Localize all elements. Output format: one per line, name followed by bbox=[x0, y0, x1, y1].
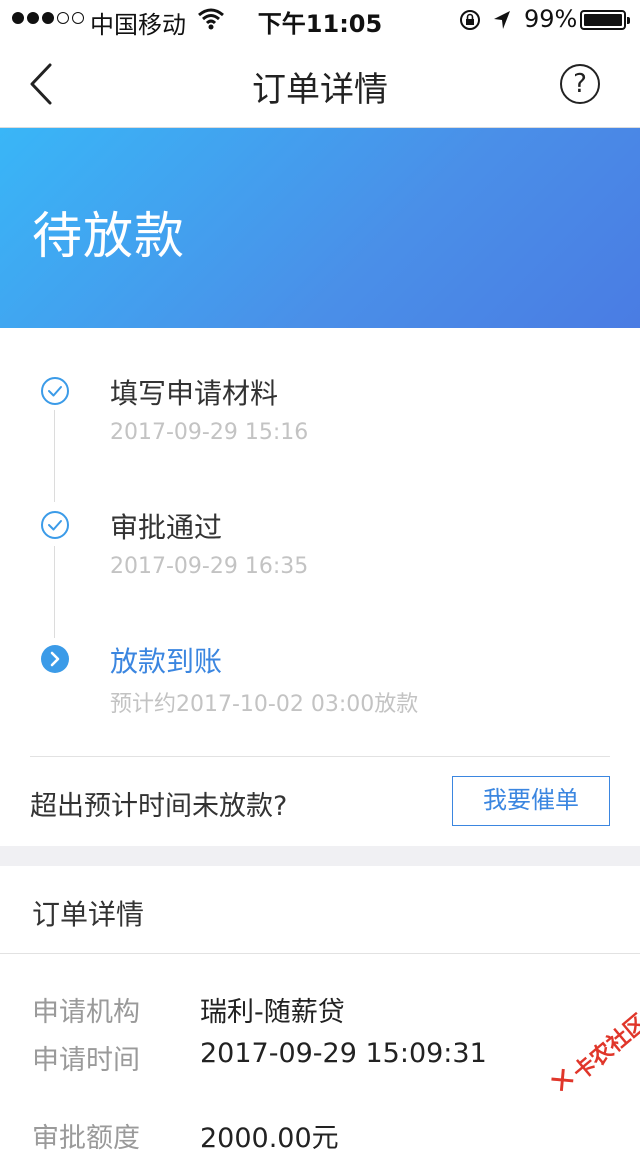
order-status-text: 待放款 bbox=[32, 207, 185, 265]
order-status-banner: 待放款 bbox=[0, 128, 640, 328]
progress-timeline: 填写申请材料 2017-09-29 15:16 审批通过 2017-09-29 … bbox=[0, 328, 640, 846]
urge-order-button[interactable]: 我要催单 bbox=[452, 776, 610, 826]
battery-icon bbox=[580, 10, 630, 30]
section-title: 订单详情 bbox=[32, 898, 145, 931]
timeline-connector bbox=[54, 546, 55, 638]
rotation-lock-icon bbox=[460, 10, 480, 30]
timeline-step-title-current: 放款到账 bbox=[110, 645, 223, 678]
order-details-section: 订单详情 申请机构 瑞利-随薪贷 申请时间 2017-09-29 15:09:3… bbox=[0, 866, 640, 1154]
timeline-step-time: 2017-09-29 16:35 bbox=[110, 554, 309, 579]
detail-label: 申请时间 bbox=[32, 1045, 140, 1076]
status-bar: 中国移动 下午11:05 99% bbox=[0, 0, 640, 40]
location-arrow-icon bbox=[494, 11, 510, 29]
navigation-bar: 订单详情 ? bbox=[0, 40, 640, 128]
detail-value: 瑞利-随薪贷 bbox=[200, 997, 345, 1028]
detail-label: 申请机构 bbox=[32, 997, 140, 1028]
page-title: 订单详情 bbox=[252, 70, 388, 110]
timeline-step-title: 审批通过 bbox=[110, 511, 223, 544]
timeline-step-title: 填写申请材料 bbox=[110, 377, 279, 410]
detail-row: 申请机构 瑞利-随薪贷 bbox=[0, 990, 640, 1030]
timeline-step-estimate: 预计约2017-10-02 03:00放款 bbox=[110, 692, 419, 717]
check-circle-icon bbox=[41, 377, 69, 405]
timeline-connector bbox=[54, 410, 55, 502]
check-circle-icon bbox=[41, 511, 69, 539]
timeline-step-time: 2017-09-29 15:16 bbox=[110, 420, 309, 445]
overdue-question: 超出预计时间未放款? bbox=[30, 791, 288, 822]
help-button[interactable]: ? bbox=[560, 64, 600, 104]
section-separator bbox=[0, 846, 640, 866]
detail-row: 审批额度 2000.00元 bbox=[0, 1116, 640, 1156]
battery-percentage: 99% bbox=[524, 5, 578, 33]
divider bbox=[30, 756, 610, 757]
divider bbox=[0, 953, 640, 954]
arrow-circle-icon bbox=[41, 645, 69, 673]
detail-value: 2017-09-29 15:09:31 bbox=[200, 1038, 487, 1069]
